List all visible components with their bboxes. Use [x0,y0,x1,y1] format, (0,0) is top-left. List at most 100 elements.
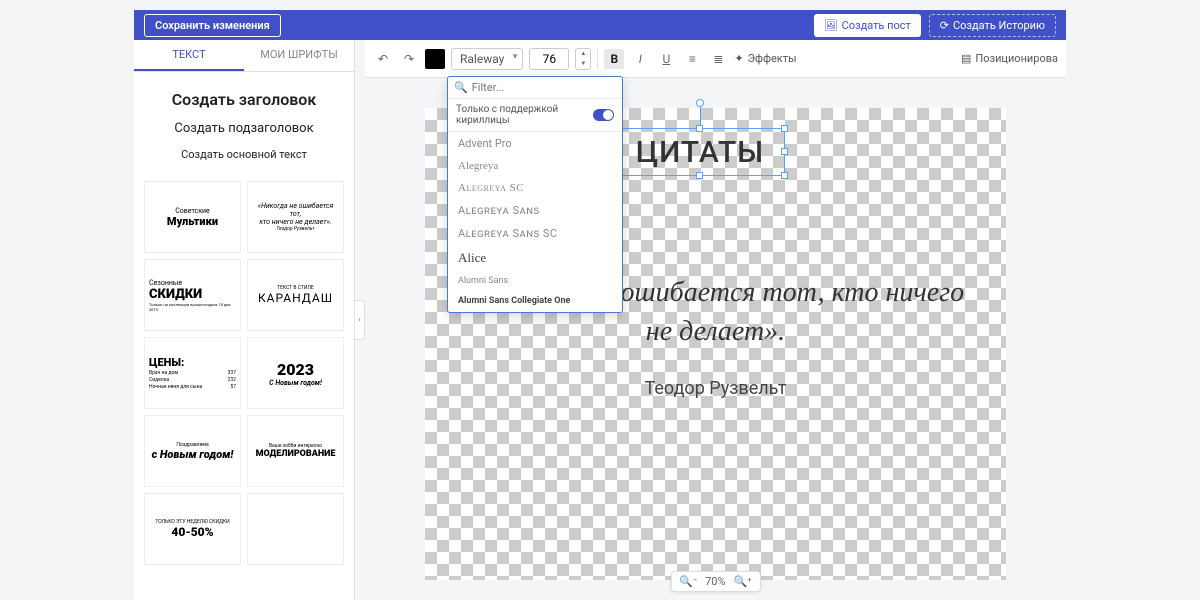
thumb-3[interactable]: СезонныеСКИДКИТолько на коллекции прошло… [144,259,241,331]
search-icon: 🔍 [454,81,468,94]
font-dropdown: 🔍 Только с поддержкой кириллицы Advent P… [447,76,623,313]
thumb-text: 2023 [277,360,314,379]
thumb-text: 337 [228,370,236,376]
font-item[interactable]: Advent Pro [448,132,622,155]
zoom-value: 70% [705,575,725,588]
preset-body[interactable]: Создать основной текст [144,148,344,161]
resize-handle[interactable] [696,125,703,132]
selected-text-box[interactable]: ЦИТАТЫ [615,128,785,176]
resize-handle[interactable] [696,172,703,179]
canvas-author-text[interactable]: Теодор Рузвельт [365,378,1066,399]
thumb-text: Сиделка [149,377,169,383]
font-size-stepper[interactable]: ▲▼ [575,48,591,70]
thumb-text: 232 [228,377,236,383]
cyrillic-filter-row: Только с поддержкой кириллицы [448,99,622,132]
image-icon: 🖼 [824,19,838,32]
canvas-title-text[interactable]: ЦИТАТЫ [636,135,764,170]
zoom-out-button[interactable]: 🔍⁻ [679,575,697,588]
resize-handle[interactable] [781,125,788,132]
thumb-text: «Никогда не ошибается тот, [252,202,339,218]
create-story-label: Создать Историю [953,19,1045,32]
thumb-5[interactable]: ЦЕНЫ:Врач на дом337Сиделка232Ночная няня… [144,337,241,409]
underline-button[interactable]: U [656,49,676,69]
thumb-text: Сезонные [149,279,182,287]
text-color-swatch[interactable] [425,49,445,69]
thumb-8[interactable]: Ваше хобби интересноМОДЕЛИРОВАНИЕ [247,415,344,487]
sidebar-collapse-handle[interactable]: ‹ [355,300,365,340]
font-item[interactable]: Alegreya Sans SC [448,222,622,245]
thumb-text: Ночная няня для сына [149,384,202,390]
align-button[interactable]: ≡ [682,49,702,69]
position-label: Позиционирова [975,52,1058,65]
save-button[interactable]: Сохранить изменения [144,14,281,37]
font-size-input[interactable] [529,48,569,70]
tab-text[interactable]: ТЕКСТ [134,40,244,71]
topbar-actions: 🖼 Создать пост ⟳ Создать Историю [814,14,1056,37]
divider [597,49,598,69]
font-item[interactable]: Alegreya SC [448,177,622,199]
top-bar: Сохранить изменения 🖼 Создать пост ⟳ Соз… [134,10,1066,40]
undo-button[interactable]: ↶ [373,49,393,69]
thumb-text: МОДЕЛИРОВАНИЕ [256,449,336,459]
resize-handle[interactable] [781,172,788,179]
font-filter-row: 🔍 [448,77,622,99]
thumb-text: СКИДКИ [149,287,202,302]
font-item[interactable]: Alumni Sans Pinstripe [448,311,622,312]
font-item[interactable]: Alegreya [448,155,622,177]
redo-button[interactable]: ↷ [399,49,419,69]
create-post-button[interactable]: 🖼 Создать пост [814,14,921,37]
text-toolbar: ↶ ↷ Raleway ▲▼ B I U ≡ ≣ ✦ Эффекты ▤ Позиц… [365,40,1066,78]
thumb-6[interactable]: 2023С Новым годом! [247,337,344,409]
thumb-text: кто ничего не делает». [259,218,331,226]
preset-heading[interactable]: Создать заголовок [144,90,344,109]
create-story-button[interactable]: ⟳ Создать Историю [929,14,1056,37]
thumb-2[interactable]: «Никогда не ошибается тот,кто ничего не … [247,181,344,253]
font-item[interactable]: Alice [448,245,622,271]
font-item[interactable]: Alegreya Sans [448,199,622,222]
list-button[interactable]: ≣ [708,49,728,69]
thumb-text: 40-50% [171,525,213,539]
resize-handle[interactable] [781,148,788,155]
template-thumbs: СоветскиеМультики «Никогда не ошибается … [134,171,354,575]
chevron-up-icon[interactable]: ▲ [576,49,590,59]
thumb-text: Советские [175,207,210,215]
tab-my-fonts[interactable]: МОИ ШРИФТЫ [244,40,354,71]
font-item[interactable]: Alumni Sans [448,271,622,291]
effects-button[interactable]: ✦ Эффекты [734,52,796,65]
thumb-text: Врач на дом [149,370,178,376]
rotate-line [700,107,701,125]
preset-subheading[interactable]: Создать подзаголовок [144,121,344,136]
thumb-9[interactable]: ТОЛЬКО ЭТУ НЕДЕЛЮ СКИДКИ40-50% [144,493,241,565]
position-button[interactable]: ▤ Позиционирова [961,52,1058,65]
thumb-text: с Новым годом! [152,448,234,461]
zoom-in-button[interactable]: 🔍⁺ [734,575,752,588]
thumb-text: Только на коллекции прошлогодних 15 дек … [149,302,236,312]
thumb-10[interactable] [247,493,344,565]
thumb-text: КАРАНДАШ [258,291,333,305]
font-list[interactable]: Advent Pro Alegreya Alegreya SC Alegreya… [448,132,622,312]
rotate-handle[interactable] [696,99,704,107]
thumb-1[interactable]: СоветскиеМультики [144,181,241,253]
font-family-select[interactable]: Raleway [451,48,523,70]
thumb-text: С Новым годом! [269,379,322,387]
text-presets: Создать заголовок Создать подзаголовок С… [134,72,354,171]
bold-button[interactable]: B [604,49,624,69]
create-post-label: Создать пост [842,19,911,32]
sidebar-tabs: ТЕКСТ МОИ ШРИФТЫ [134,40,354,72]
font-item[interactable]: Alumni Sans Collegiate One [448,291,622,311]
thumb-text: 57 [230,384,236,390]
zoom-control: 🔍⁻ 70% 🔍⁺ [670,571,760,592]
thumb-text: Теодор Рузвельт [276,226,314,232]
chevron-down-icon[interactable]: ▼ [576,59,590,69]
effects-icon: ✦ [734,52,743,65]
italic-button[interactable]: I [630,49,650,69]
left-sidebar: ТЕКСТ МОИ ШРИФТЫ Создать заголовок Созда… [134,40,355,600]
thumb-7[interactable]: Поздравляемс Новым годом! [144,415,241,487]
effects-label: Эффекты [748,52,797,65]
cyrillic-toggle[interactable] [593,109,614,121]
cyrillic-label: Только с поддержкой кириллицы [456,104,593,126]
thumb-text: Мультики [167,215,218,228]
layers-icon: ▤ [961,52,971,65]
thumb-4[interactable]: ТЕКСТ В СТИЛЕКАРАНДАШ [247,259,344,331]
font-filter-input[interactable] [472,81,616,94]
